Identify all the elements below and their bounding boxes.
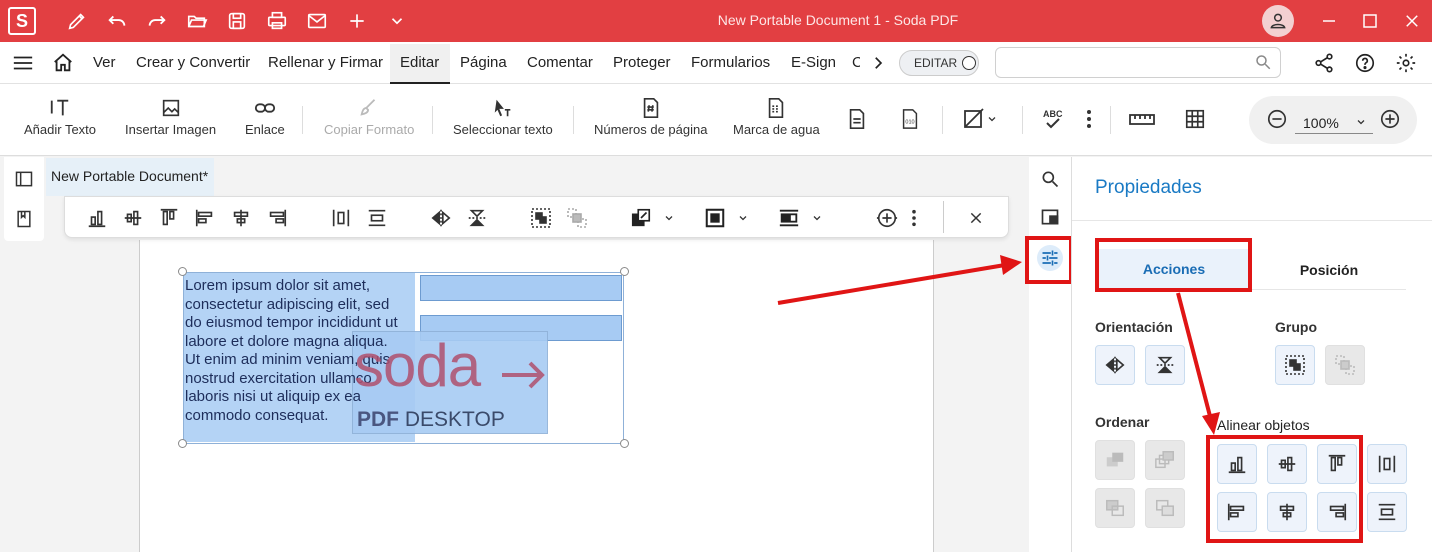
arrowhead-align bbox=[1202, 412, 1220, 435]
annotation-arrows bbox=[777, 255, 1220, 435]
arrowhead-properties bbox=[1000, 255, 1022, 275]
arrow-to-properties bbox=[777, 263, 1006, 305]
arrow-to-align bbox=[1176, 292, 1213, 421]
